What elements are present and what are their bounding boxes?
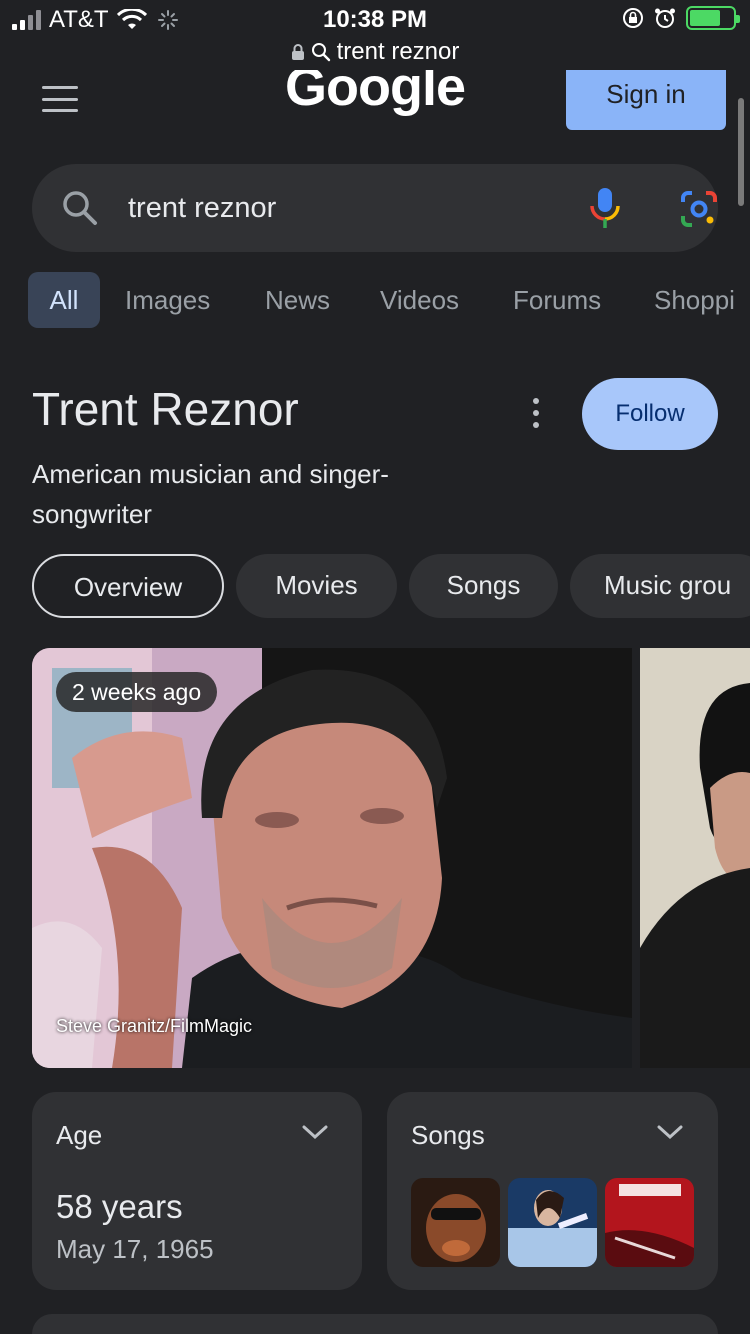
search-box[interactable]: trent reznor (32, 164, 718, 252)
chip-music-groups[interactable]: Music grou (570, 554, 750, 618)
song-thumbnail[interactable] (508, 1178, 597, 1267)
chip-movies[interactable]: Movies (236, 554, 397, 618)
age-value: 58 years (56, 1188, 183, 1225)
google-header: Google Sign in (0, 70, 750, 140)
more-options-icon[interactable] (530, 398, 542, 428)
portrait-image (640, 648, 750, 1068)
album-art-image (508, 1178, 597, 1267)
album-art-image (411, 1178, 500, 1267)
microphone-icon[interactable] (587, 186, 623, 230)
time-badge: 2 weeks ago (56, 672, 218, 712)
tab-shopping[interactable]: Shoppi (654, 272, 735, 328)
chip-songs[interactable]: Songs (409, 554, 558, 618)
chevron-down-icon[interactable] (657, 1124, 683, 1140)
age-card-title: Age (56, 1120, 103, 1150)
address-text: trent reznor (336, 38, 460, 65)
address-bar[interactable]: trent reznor (0, 38, 750, 66)
next-card[interactable] (32, 1314, 718, 1334)
follow-button[interactable]: Follow (582, 378, 718, 450)
search-input[interactable]: trent reznor (128, 192, 276, 225)
search-icon (311, 43, 330, 62)
song-thumbnail[interactable] (605, 1178, 694, 1267)
songs-card[interactable]: Songs (387, 1092, 718, 1290)
orientation-lock-icon (623, 8, 643, 28)
search-icon[interactable] (62, 190, 98, 226)
entity-subtitle: American musician and singer-songwriter (32, 459, 389, 529)
entity-photo[interactable]: 2 weeks ago Steve Granitz/FilmMagic (32, 648, 632, 1068)
entity-chips: Overview Movies Songs Music grou (0, 554, 750, 618)
lock-icon (291, 44, 304, 60)
birth-date: May 17, 1965 (56, 1234, 214, 1264)
battery-icon (686, 6, 740, 30)
tab-all[interactable]: All (28, 272, 100, 328)
tab-images[interactable]: Images (125, 272, 210, 328)
tab-news[interactable]: News (265, 272, 330, 328)
search-tabs: All Images News Videos Forums Shoppi (28, 272, 750, 328)
tab-videos[interactable]: Videos (380, 272, 459, 328)
scrollbar[interactable] (738, 98, 744, 206)
status-right (622, 6, 740, 30)
songs-card-title: Songs (411, 1120, 485, 1150)
entity-title: Trent Reznor (32, 383, 299, 435)
image-credit: Steve Granitz/FilmMagic (56, 1016, 253, 1036)
chip-overview[interactable]: Overview (32, 554, 224, 618)
status-bar: AT&T 10:38 PM trent reznor (0, 0, 750, 65)
secondary-photo[interactable] (640, 648, 750, 1068)
alarm-icon (655, 8, 675, 28)
album-art-image (605, 1178, 694, 1267)
song-thumbnail[interactable] (411, 1178, 500, 1267)
sign-in-button[interactable]: Sign in (566, 70, 726, 130)
google-lens-icon[interactable] (680, 190, 718, 228)
tab-forums[interactable]: Forums (513, 272, 601, 328)
chevron-down-icon[interactable] (302, 1124, 328, 1140)
age-card[interactable]: Age 58 years May 17, 1965 (32, 1092, 362, 1290)
